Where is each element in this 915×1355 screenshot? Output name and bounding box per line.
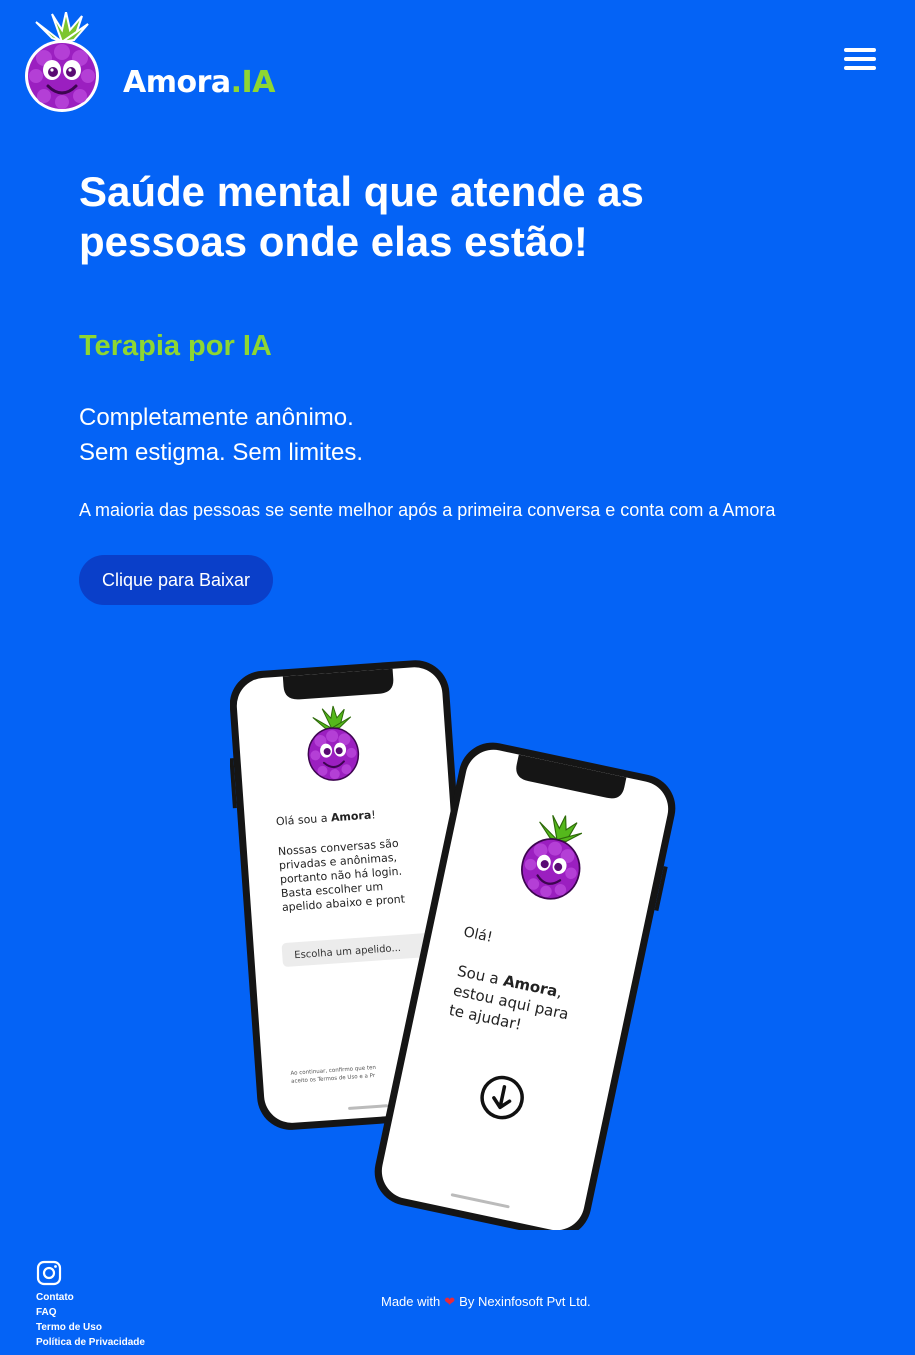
footer-link-faq[interactable]: FAQ <box>36 1305 145 1320</box>
hero-description: A maioria das pessoas se sente melhor ap… <box>79 500 776 520</box>
headline-line-2: pessoas onde elas estão! <box>79 218 588 265</box>
hero-headline: Saúde mental que atende as pessoas onde … <box>79 167 779 267</box>
hero-subtitle: Terapia por IA <box>79 330 272 362</box>
instagram-icon[interactable] <box>36 1260 62 1286</box>
footer-link-termo-de-uso[interactable]: Termo de Uso <box>36 1320 145 1335</box>
tagline-line-2: Sem estigma. Sem limites. <box>79 439 364 466</box>
amora-mascot-icon <box>25 11 99 112</box>
headline-line-1: Saúde mental que atende as <box>79 168 644 215</box>
logo-wordmark: Amora.IA <box>123 65 275 100</box>
heart-icon: ❤ <box>444 1294 456 1309</box>
made-with-credit: Made with ❤ By Nexinfosoft Pvt Ltd. <box>381 1294 591 1309</box>
footer-links: Contato FAQ Termo de Uso Política de Pri… <box>36 1260 145 1350</box>
download-button[interactable]: Clique para Baixar <box>79 555 273 605</box>
footer-link-contato[interactable]: Contato <box>36 1290 145 1305</box>
footer-link-politica-privacidade[interactable]: Política de Privacidade <box>36 1335 145 1350</box>
brand-logo[interactable]: Amora.IA <box>22 11 275 114</box>
tagline-line-1: Completamente anônimo. <box>79 404 354 431</box>
hamburger-menu-icon[interactable] <box>844 48 876 78</box>
hero-tagline: Completamente anônimo. Sem estigma. Sem … <box>79 400 363 470</box>
app-phones-illustration: Olá sou a Amora! Nossas conversas são pr… <box>230 660 676 1230</box>
